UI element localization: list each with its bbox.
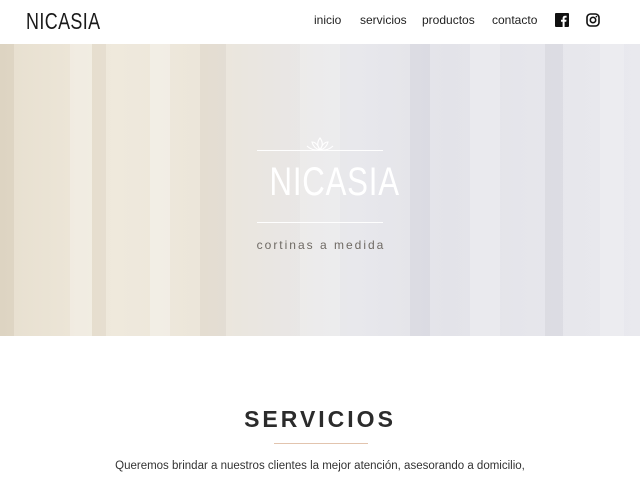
curtain-fold <box>70 44 92 336</box>
curtain-fold <box>470 44 500 336</box>
lotus-icon <box>306 137 334 151</box>
services-title-rule <box>274 443 368 444</box>
curtain-fold <box>150 44 170 336</box>
curtain-fold <box>92 44 106 336</box>
instagram-icon[interactable] <box>586 13 600 27</box>
nav-link-productos[interactable]: productos <box>422 13 475 27</box>
curtain-fold <box>410 44 430 336</box>
curtain-fold <box>0 44 14 336</box>
hero-title: NICASIA <box>269 160 400 204</box>
hero-brand: NICASIA cortinas a medida <box>255 136 400 286</box>
nav-link-inicio[interactable]: inicio <box>314 13 341 27</box>
services-title: SERVICIOS <box>244 406 396 432</box>
curtain-fold <box>600 44 624 336</box>
hero-rule-bottom <box>257 222 383 223</box>
curtain-fold <box>200 44 226 336</box>
hero-banner: NICASIA cortinas a medida <box>0 44 640 336</box>
nav-link-contacto[interactable]: contacto <box>492 13 537 27</box>
main-nav: inicio servicios productos contacto <box>0 13 640 31</box>
nav-link-servicios[interactable]: servicios <box>360 13 407 27</box>
curtain-fold <box>545 44 563 336</box>
facebook-icon[interactable] <box>555 13 569 27</box>
hero-rule-top <box>257 150 383 151</box>
hero-subtitle: cortinas a medida <box>256 238 386 252</box>
site-header: NICASIA inicio servicios productos conta… <box>0 0 640 44</box>
services-description: Queremos brindar a nuestros clientes la … <box>115 460 525 472</box>
